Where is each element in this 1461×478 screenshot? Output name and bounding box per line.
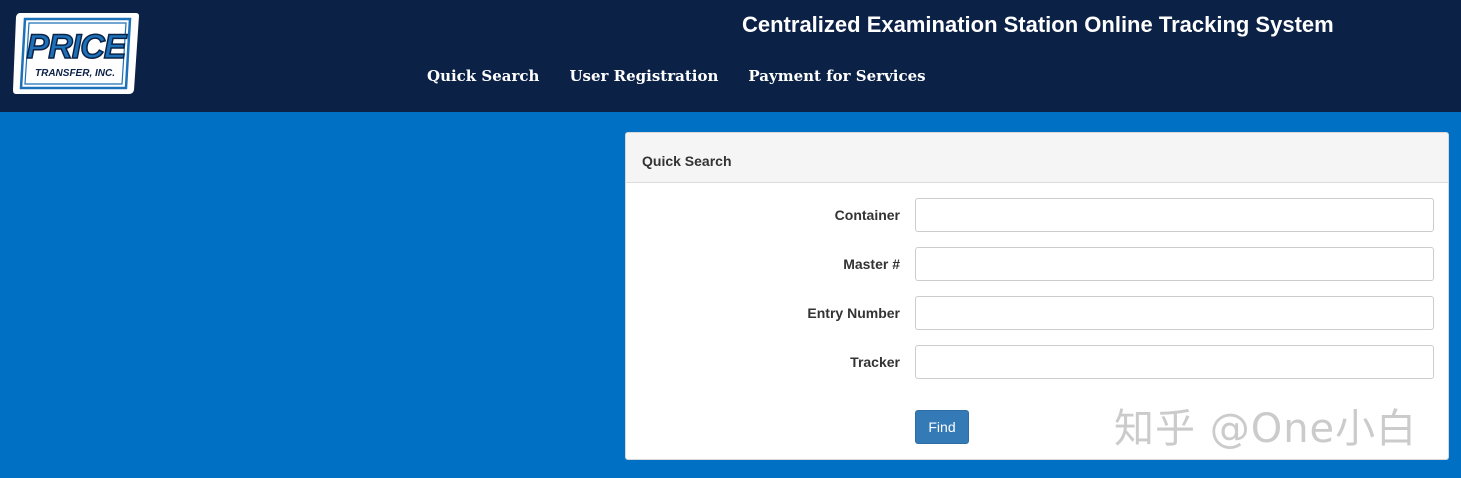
find-button[interactable]: Find [915,410,969,444]
container-input[interactable] [915,198,1434,232]
watermark: 知乎 @One小白 [1114,406,1418,452]
nav-user-registration[interactable]: User Registration [569,67,718,85]
container-label: Container [834,207,900,223]
entry-number-row: Entry Number [626,296,1448,330]
master-input[interactable] [915,247,1434,281]
panel-heading: Quick Search [626,133,1448,183]
tracker-input[interactable] [915,345,1434,379]
page-title: Centralized Examination Station Online T… [742,12,1334,37]
tracker-label: Tracker [850,354,900,370]
logo-brand-text: PRICE [27,28,128,66]
site-header: PRICE TRANSFER, INC. Centralized Examina… [0,0,1461,112]
nav-payment-for-services[interactable]: Payment for Services [748,67,925,85]
nav-quick-search[interactable]: Quick Search [427,67,539,85]
master-label: Master # [843,256,900,272]
container-row: Container [626,198,1448,232]
tracker-row: Tracker [626,345,1448,379]
price-transfer-logo[interactable]: PRICE TRANSFER, INC. [12,10,140,96]
master-row: Master # [626,247,1448,281]
logo-subtitle-text: TRANSFER, INC. [35,68,115,79]
entry-number-label: Entry Number [807,305,900,321]
main-nav: Quick Search User Registration Payment f… [427,67,926,85]
entry-number-input[interactable] [915,296,1434,330]
